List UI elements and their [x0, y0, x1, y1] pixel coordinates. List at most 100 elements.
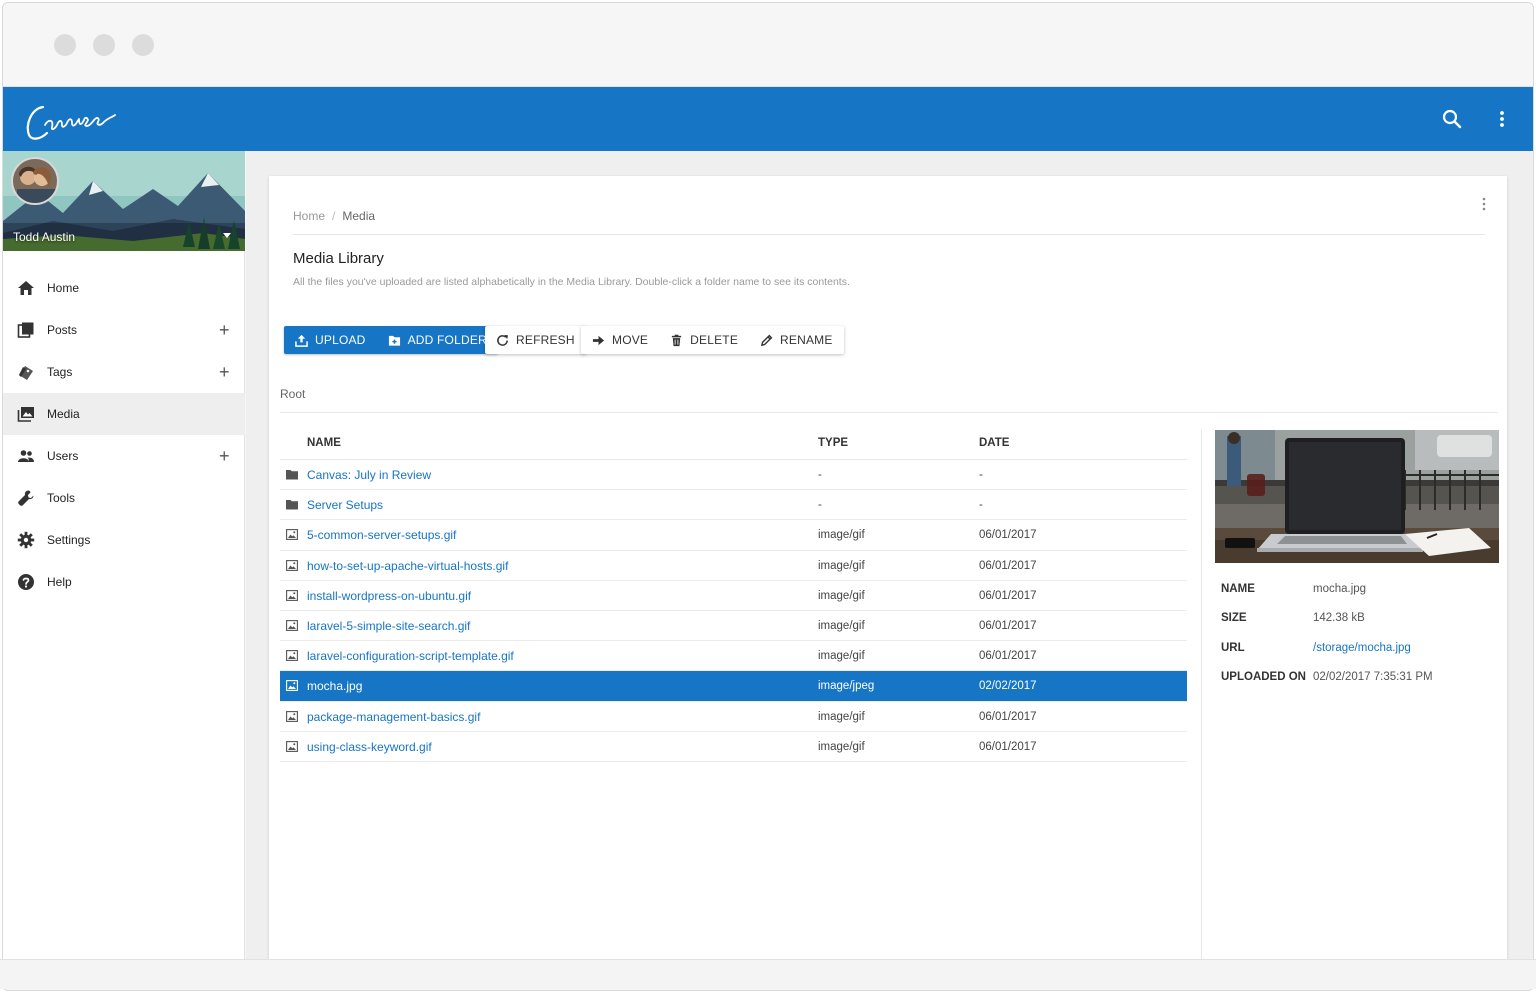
file-type: image/gif [818, 559, 865, 572]
file-date: - [979, 469, 983, 481]
canvas-logo[interactable] [21, 95, 121, 145]
upload-icon [295, 334, 308, 347]
file-date: - [979, 499, 983, 512]
file-name-link[interactable]: how-to-set-up-apache-virtual-hosts.gif [307, 559, 508, 573]
table-row[interactable]: Canvas: July in Review - - [280, 460, 1187, 491]
sidebar-item-settings[interactable]: Settings [3, 519, 245, 561]
profile-dropdown-caret-icon[interactable] [223, 233, 231, 238]
column-header-name[interactable]: NAME [307, 437, 341, 449]
detail-row-uploaded-on: UPLOADED ON 02/02/2017 7:35:31 PM [1221, 669, 1501, 698]
sidebar-item-tags[interactable]: Tags + [3, 351, 245, 393]
card-more-vert-icon[interactable] [1476, 196, 1492, 212]
table-row[interactable]: mocha.jpg image/jpeg 02/02/2017 [280, 671, 1187, 702]
browser-chrome [3, 3, 1533, 87]
file-name-link[interactable]: laravel-5-simple-site-search.gif [307, 619, 470, 633]
trash-icon [671, 334, 682, 346]
file-name-link[interactable]: install-wordpress-on-ubuntu.gif [307, 589, 471, 603]
primary-toolbar-group: UPLOAD ADD FOLDER [284, 326, 498, 354]
help-icon [18, 574, 34, 590]
refresh-toolbar-group: REFRESH [485, 326, 586, 354]
sidebar-item-home[interactable]: Home [3, 267, 245, 309]
move-label: MOVE [612, 333, 649, 347]
search-icon[interactable] [1440, 107, 1464, 131]
file-details: NAME mocha.jpg SIZE 142.38 kB URL /stora… [1221, 581, 1501, 698]
window-close-dot[interactable] [54, 34, 76, 56]
file-name-link[interactable]: using-class-keyword.gif [307, 740, 432, 754]
divider [293, 234, 1485, 235]
file-type: image/gif [818, 710, 865, 723]
avatar[interactable] [11, 157, 59, 205]
profile-name[interactable]: Todd Austin [13, 230, 75, 244]
sidebar: Todd Austin Home Posts + Tags + Media Us… [3, 151, 245, 962]
gear-icon [17, 531, 35, 549]
sidebar-item-help[interactable]: Help [3, 561, 245, 603]
table-row[interactable]: 5-common-server-setups.gif image/gif 06/01… [280, 520, 1187, 551]
breadcrumb-current: Media [342, 209, 376, 223]
file-type: image/gif [818, 589, 865, 602]
sidebar-item-label: Tools [47, 491, 76, 505]
table-row[interactable]: laravel-5-simple-site-search.gif image/gi… [280, 611, 1187, 642]
image-file-icon [286, 740, 298, 752]
sidebar-item-label: Settings [47, 533, 91, 547]
rename-button[interactable]: RENAME [749, 326, 844, 354]
image-file-icon [286, 589, 298, 601]
sidebar-item-tools[interactable]: Tools [3, 477, 245, 519]
file-name-link[interactable]: 5-common-server-setups.gif [307, 528, 456, 542]
sidebar-item-posts[interactable]: Posts + [3, 309, 245, 351]
file-name-link[interactable]: Server Setups [307, 498, 383, 512]
file-date: 06/01/2017 [979, 559, 1037, 572]
file-date: 06/01/2017 [979, 589, 1037, 602]
file-type: image/gif [818, 619, 865, 632]
profile-header[interactable]: Todd Austin [3, 151, 245, 251]
add-user-plus-icon[interactable]: + [219, 447, 230, 465]
file-date: 02/02/2017 [979, 680, 1037, 693]
page-title: Media Library [293, 250, 384, 267]
file-date: 06/01/2017 [979, 710, 1037, 723]
file-name-link[interactable]: mocha.jpg [307, 679, 362, 693]
table-row[interactable]: how-to-set-up-apache-virtual-hosts.gif im… [280, 551, 1187, 581]
add-folder-button[interactable]: ADD FOLDER [377, 326, 498, 354]
upload-label: UPLOAD [315, 333, 366, 347]
window-minimize-dot[interactable] [93, 34, 115, 56]
table-row[interactable]: package-management-basics.gif image/gif 06… [280, 702, 1187, 732]
file-name-link[interactable]: laravel-configuration-script-template.gi… [307, 649, 514, 663]
image-file-icon [286, 529, 298, 541]
column-header-date[interactable]: DATE [979, 437, 1009, 449]
folder-icon [286, 500, 298, 510]
rename-label: RENAME [780, 333, 833, 347]
move-button[interactable]: MOVE [581, 326, 659, 354]
file-url-link[interactable]: /storage/mocha.jpg [1313, 642, 1411, 654]
table-header: NAME TYPE DATE [280, 430, 1187, 460]
breadcrumb-home[interactable]: Home [293, 209, 325, 223]
delete-label: DELETE [690, 333, 739, 347]
sidebar-item-users[interactable]: Users + [3, 435, 245, 477]
refresh-button[interactable]: REFRESH [485, 326, 586, 354]
file-name-link[interactable]: Canvas: July in Review [307, 468, 431, 482]
upload-button[interactable]: UPLOAD [284, 326, 377, 354]
column-header-type[interactable]: TYPE [818, 437, 848, 449]
current-folder-path[interactable]: Root [280, 387, 305, 401]
sidebar-item-label: Home [47, 281, 80, 295]
page-description: All the files you've uploaded are listed… [293, 276, 850, 288]
file-type: image/gif [818, 529, 865, 542]
add-post-plus-icon[interactable]: + [219, 321, 230, 339]
tags-icon [19, 366, 33, 380]
app-header [3, 87, 1533, 151]
more-vert-icon[interactable] [1490, 107, 1514, 131]
breadcrumb: Home / Media [293, 209, 375, 223]
add-tag-plus-icon[interactable]: + [219, 363, 230, 381]
media-icon [17, 407, 34, 422]
image-file-icon [286, 710, 298, 722]
media-library-card: Home / Media Media Library All the files y… [269, 176, 1507, 960]
delete-button[interactable]: DELETE [659, 326, 749, 354]
window-maximize-dot[interactable] [132, 34, 154, 56]
file-actions-toolbar-group: MOVE DELETE RENAME [581, 326, 844, 354]
folder-icon [286, 470, 298, 480]
table-row[interactable]: Server Setups - - [280, 490, 1187, 521]
sidebar-item-media[interactable]: Media [3, 393, 245, 435]
table-row[interactable]: laravel-configuration-script-template.gi… [280, 641, 1187, 672]
file-name-link[interactable]: package-management-basics.gif [307, 710, 480, 724]
table-row[interactable]: install-wordpress-on-ubuntu.gif image/gif… [280, 581, 1187, 611]
table-row[interactable]: using-class-keyword.gif image/gif 06/01/20… [280, 732, 1187, 762]
detail-label: UPLOADED ON [1221, 670, 1306, 683]
